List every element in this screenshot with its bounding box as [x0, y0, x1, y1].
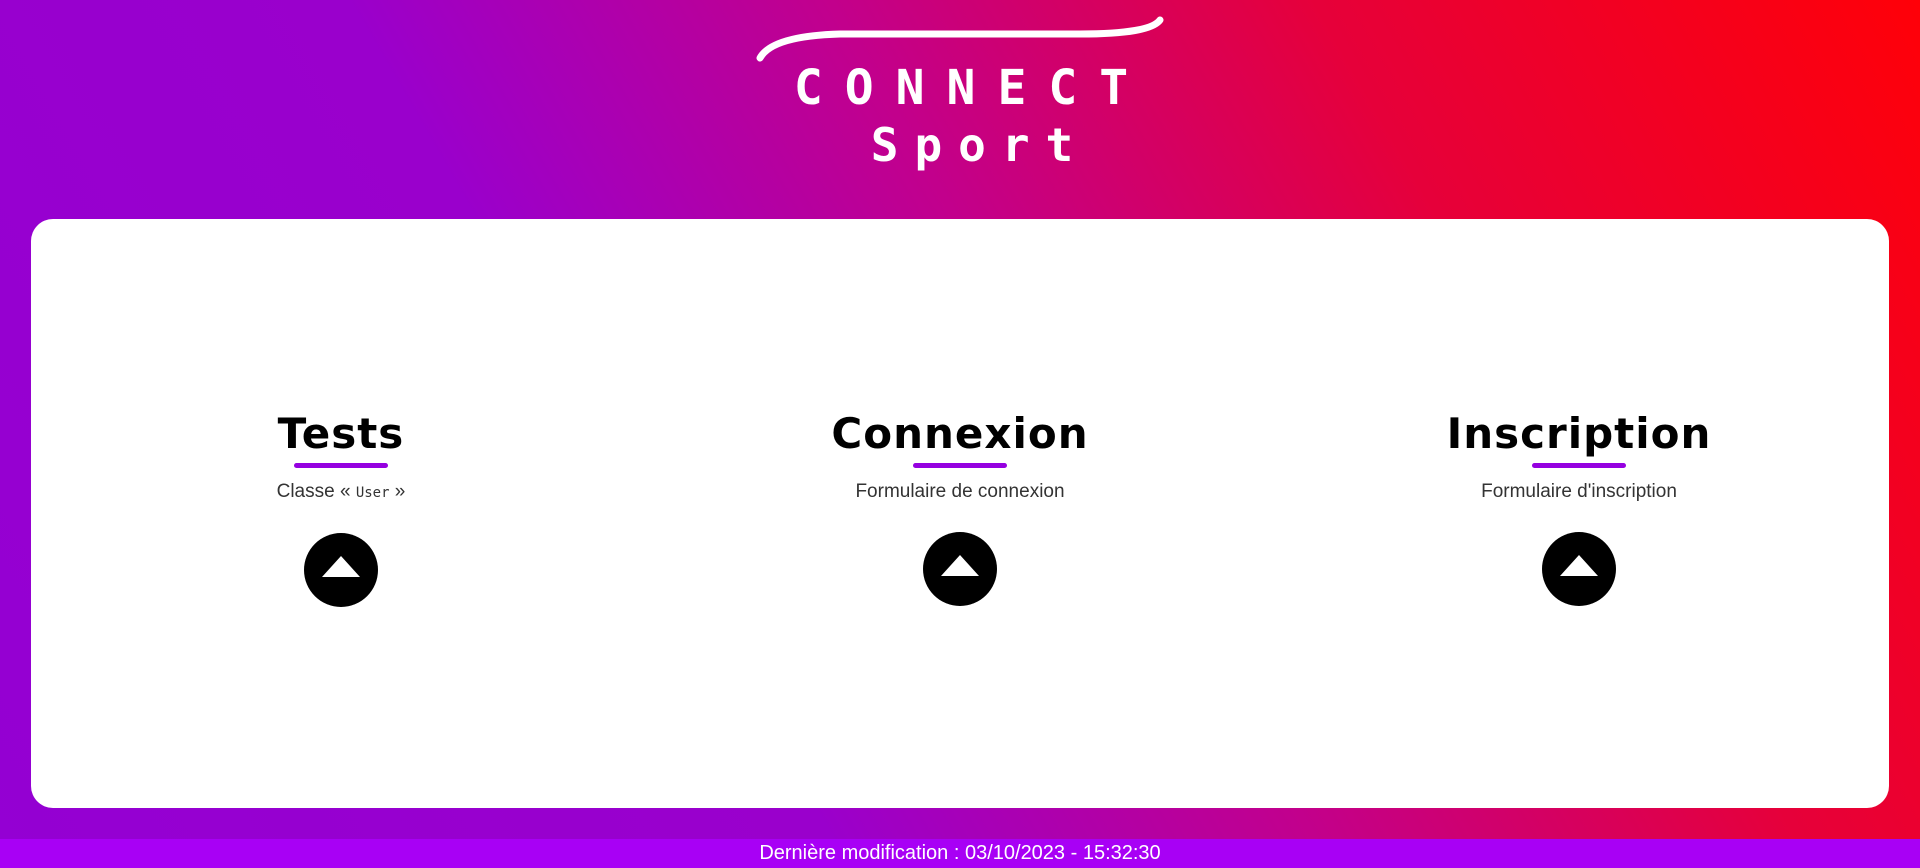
- connexion-open-button[interactable]: [923, 532, 997, 606]
- header: CONNECT Sport: [0, 0, 1920, 219]
- connexion-subtitle: Formulaire de connexion: [855, 481, 1065, 502]
- main-card: Tests Classe « User » Connexion Formulai…: [31, 219, 1889, 808]
- tests-subtitle-prefix: Classe «: [276, 481, 356, 502]
- tests-subtitle-suffix: »: [389, 481, 406, 502]
- connexion-section: Connexion Formulaire de connexion: [740, 409, 1180, 606]
- tests-title: Tests: [277, 409, 405, 458]
- triangle-up-icon: [322, 556, 360, 577]
- tests-section: Tests Classe « User »: [121, 409, 561, 607]
- tests-open-button[interactable]: [304, 533, 378, 607]
- inscription-open-button[interactable]: [1542, 532, 1616, 606]
- triangle-up-icon: [941, 555, 979, 576]
- logo-text-sport: Sport: [870, 118, 1090, 172]
- footer: Dernière modification : 03/10/2023 - 15:…: [0, 839, 1920, 868]
- inscription-title: Inscription: [1446, 409, 1712, 458]
- logo-text-connect: CONNECT: [793, 60, 1151, 116]
- inscription-subtitle: Formulaire d'inscription: [1481, 481, 1677, 502]
- tests-subtitle: Classe « User »: [121, 480, 561, 505]
- tests-subtitle-code: User: [355, 485, 390, 501]
- logo-swoosh-icon: [756, 16, 1164, 62]
- inscription-title-underline: [1532, 463, 1626, 468]
- tests-title-underline: [294, 463, 388, 468]
- last-modified-text: Dernière modification : 03/10/2023 - 15:…: [759, 842, 1161, 864]
- connexion-title: Connexion: [831, 409, 1089, 458]
- connexion-title-underline: [913, 463, 1007, 468]
- logo[interactable]: CONNECT Sport: [750, 14, 1170, 174]
- triangle-up-icon: [1560, 555, 1598, 576]
- inscription-section: Inscription Formulaire d'inscription: [1359, 409, 1799, 606]
